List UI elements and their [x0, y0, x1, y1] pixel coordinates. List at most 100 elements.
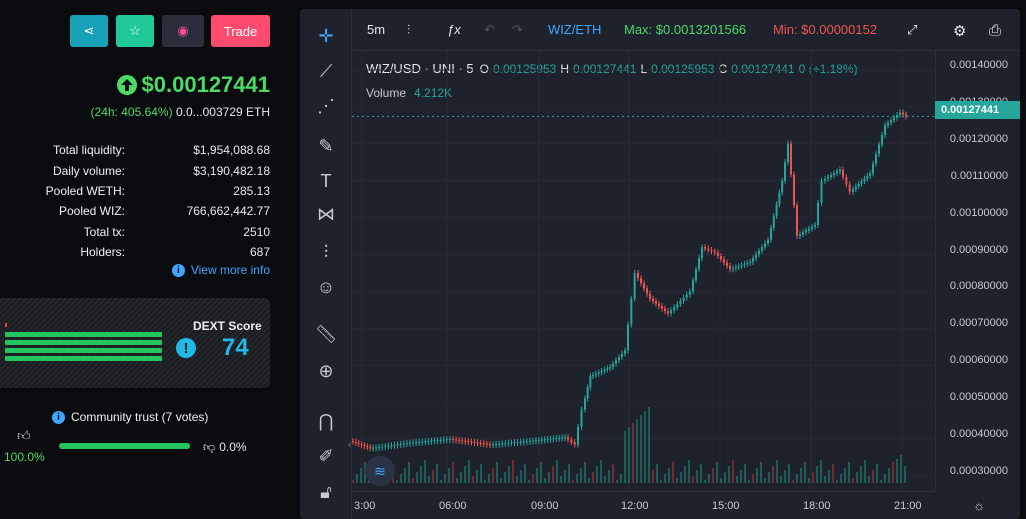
crosshair-icon[interactable]: ✛ — [314, 24, 338, 48]
indicators-icon[interactable]: ƒx — [447, 22, 461, 37]
fullscreen-icon[interactable]: ⤢ — [907, 22, 917, 38]
token-info-panel: ⋖ ☆ ◉ Trade $0.00127441 (24h: 405.64%) 0… — [0, 0, 285, 519]
zoom-in-icon[interactable]: ⊕ — [314, 359, 338, 383]
candle-body — [357, 442, 360, 445]
candle-body — [698, 258, 700, 270]
x-tick-label: 09:00 — [531, 500, 559, 512]
candle-body — [732, 268, 734, 270]
token-price: $0.00127441 — [141, 72, 270, 97]
volume-bar — [408, 462, 410, 483]
candle-body — [839, 169, 841, 172]
tradingview-logo-icon[interactable]: ≋ — [365, 456, 395, 486]
uniswap-button[interactable]: ◉ — [162, 15, 204, 47]
stat-label: Total tx: — [83, 224, 125, 239]
view-more-link[interactable]: i View more info — [171, 263, 270, 277]
volume-bar — [448, 468, 450, 483]
candle-body — [902, 112, 904, 115]
pattern-icon[interactable]: ⋈ — [314, 202, 338, 226]
trust-up-pct: 100.0% — [4, 450, 45, 464]
candle-body — [522, 441, 525, 443]
trade-button[interactable]: Trade — [211, 15, 270, 47]
candle-body — [618, 357, 620, 361]
volume-bar — [624, 431, 626, 483]
volume-bar — [672, 462, 674, 483]
candle-body — [393, 444, 396, 446]
interval-button[interactable]: 5m — [367, 22, 385, 37]
pair-toggle[interactable]: WIZ/ETH — [548, 22, 601, 37]
candle-body — [467, 441, 470, 443]
ruler-icon[interactable]: 📏︎ — [314, 322, 338, 346]
lock-icon[interactable]: 🔓︎ — [314, 480, 338, 504]
volume-bar — [664, 474, 666, 483]
stat-value: 2510 — [243, 224, 270, 239]
volume-bar — [432, 470, 434, 483]
trendline-icon[interactable]: ⟋ — [314, 59, 338, 83]
brush-icon[interactable]: ✎ — [314, 134, 338, 158]
y-tick-label: 0.00040000 — [949, 428, 1008, 440]
candle-body — [784, 162, 786, 181]
candle-body — [624, 350, 626, 354]
volume-bar — [500, 478, 502, 483]
candle-body — [688, 291, 691, 295]
redo-icon[interactable]: ↷ — [512, 22, 523, 38]
volume-bar — [876, 464, 878, 483]
volume-bar — [684, 466, 686, 483]
undo-icon[interactable]: ↶ — [484, 22, 495, 38]
candle-body — [848, 184, 851, 192]
candlestick-plot[interactable] — [352, 51, 935, 491]
price-chart[interactable]: ✛ ⟋ ⋰ ✎ T ⋈ ⫶ ☺ 📏︎ ⊕ ⋂ ✐ 🔓︎ ‹ 5m ⫶ ƒx ↶ … — [300, 9, 1020, 519]
volume-bar — [736, 476, 738, 483]
volume-bar — [608, 470, 610, 483]
trust-bar-fill — [59, 443, 190, 449]
volume-bar — [552, 466, 554, 483]
share-button[interactable]: ⋖ — [70, 15, 108, 47]
volume-bar — [452, 462, 454, 483]
candle-body — [372, 447, 374, 449]
candle-body — [655, 301, 657, 304]
prediction-icon[interactable]: ⫶ — [314, 240, 338, 264]
candle-body — [609, 367, 612, 369]
candle-body — [558, 437, 561, 439]
settings-icon[interactable]: ⚙ — [953, 22, 966, 40]
stat-label: Holders: — [80, 245, 125, 260]
volume-bar — [716, 462, 718, 483]
magnet-icon[interactable]: ⋂ — [314, 409, 338, 433]
time-axis[interactable]: 3:00 06:00 09:00 12:00 15:00 18:00 21:00 — [352, 491, 935, 519]
candle-body — [369, 447, 372, 449]
axis-settings-icon[interactable]: ☼ — [973, 498, 985, 513]
emoji-icon[interactable]: ☺ — [314, 275, 338, 299]
volume-bar — [660, 480, 662, 483]
volume-bar — [880, 480, 882, 483]
text-icon[interactable]: T — [314, 169, 338, 193]
candle-body — [743, 263, 746, 266]
candle-body — [580, 409, 583, 428]
volume-bar — [836, 480, 838, 483]
lock-drawing-icon[interactable]: ✐ — [314, 444, 338, 468]
volume-bar — [848, 462, 850, 483]
volume-bar — [352, 480, 354, 483]
volume-bar — [896, 459, 898, 483]
volume-bar — [496, 462, 498, 483]
volume-bar — [416, 472, 418, 483]
volume-bar — [780, 476, 782, 483]
fib-icon[interactable]: ⋰ — [314, 94, 338, 118]
volume-bar — [728, 466, 730, 483]
volume-bar — [540, 462, 542, 483]
candle-body — [479, 442, 482, 444]
favorite-button[interactable]: ☆ — [116, 15, 154, 47]
candle-body — [833, 173, 835, 176]
candle-body — [793, 174, 795, 206]
camera-icon[interactable]: ⎙ — [989, 22, 1001, 39]
candle-body — [707, 248, 710, 250]
volume-bar — [560, 476, 562, 483]
stat-label: Pooled WETH: — [45, 183, 125, 198]
price-change: (24h: 405.64%) 0.0...003729 ETH — [91, 105, 270, 119]
trust-down[interactable]: 👎︎ 0.0% — [203, 440, 247, 455]
candle-type-icon[interactable]: ⫶ — [407, 22, 410, 38]
y-tick-label: 0.00080000 — [949, 280, 1008, 293]
candle-body — [790, 143, 792, 175]
thumbs-up-icon[interactable]: 👍︎ — [17, 428, 31, 444]
candle-body — [464, 440, 467, 442]
volume-bar — [400, 474, 402, 483]
candle-body — [534, 440, 537, 442]
